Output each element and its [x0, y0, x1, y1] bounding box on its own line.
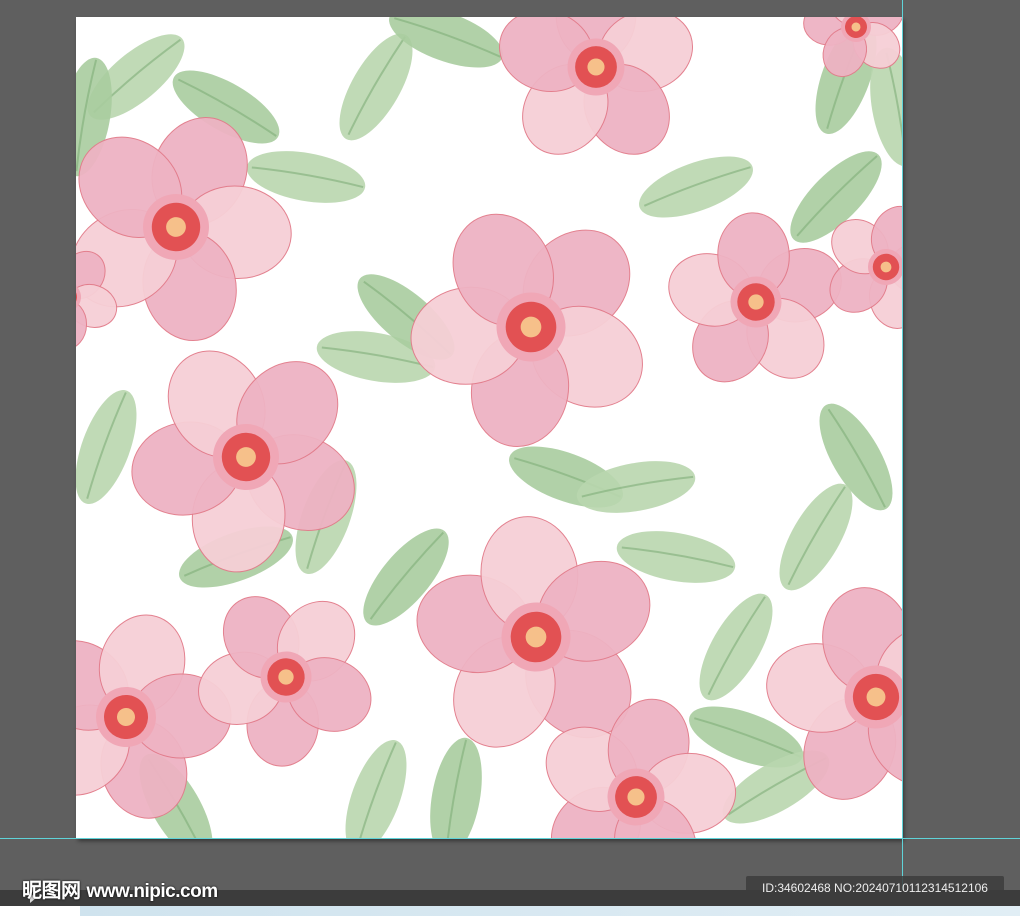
- flower: [498, 17, 694, 155]
- leaf: [345, 740, 407, 838]
- leaf: [430, 737, 482, 838]
- artboard-floral-pattern: [76, 17, 902, 838]
- watermark: 昵图网 www.nipic.com: [22, 874, 218, 903]
- floral-pattern-artwork: [76, 17, 902, 838]
- vertical-guide-line[interactable]: [902, 0, 903, 890]
- bottom-strip: [0, 906, 1020, 916]
- leaf: [779, 483, 853, 591]
- horizontal-guide-line[interactable]: [0, 838, 1020, 839]
- watermark-logo: 昵图网: [22, 880, 81, 902]
- image-id-label: ID:34602468 NO:20240710112314512106: [746, 876, 1004, 900]
- flower: [76, 117, 292, 342]
- watermark-url: www.nipic.com: [86, 881, 219, 902]
